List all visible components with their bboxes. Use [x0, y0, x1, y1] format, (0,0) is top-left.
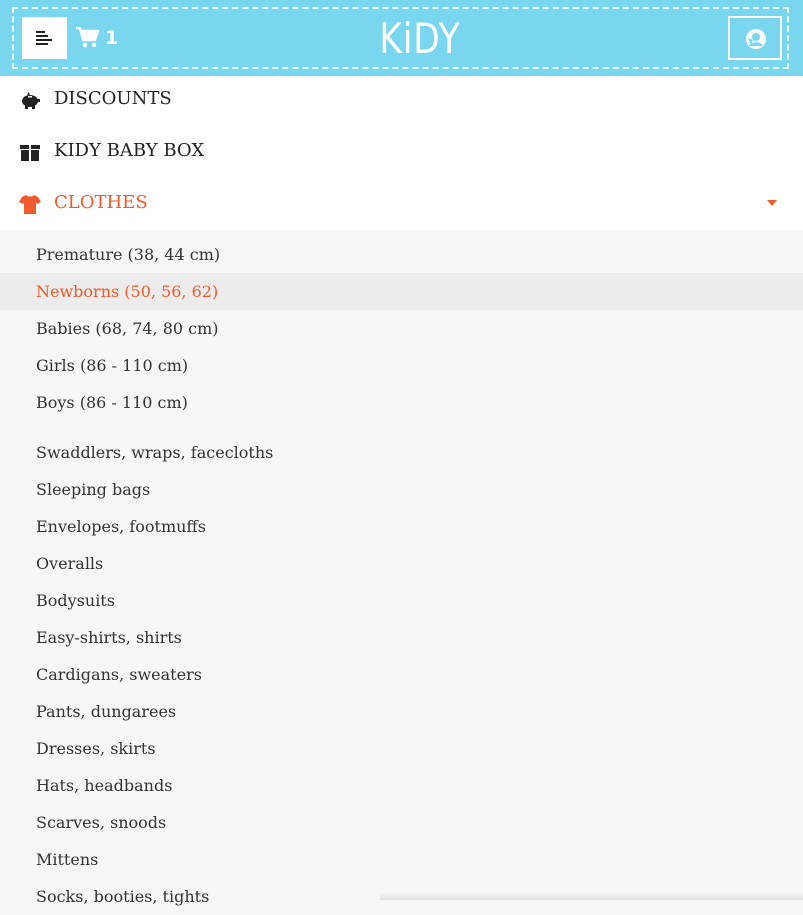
cart-icon [76, 27, 100, 48]
submenu-item-label: Swaddlers, wraps, facecloths [36, 443, 274, 462]
nav-label-clothes: CLOTHES [54, 192, 148, 213]
nav-item-clothes[interactable]: CLOTHES [0, 180, 803, 228]
submenu-item-label: Newborns (50, 56, 62) [36, 282, 219, 301]
submenu-item-label: Hats, headbands [36, 776, 173, 795]
submenu-item-label: Premature (38, 44 cm) [36, 245, 221, 264]
submenu-item-label: Scarves, snoods [36, 813, 167, 832]
menu-button[interactable] [22, 17, 67, 59]
logo[interactable]: KiDY [354, 14, 485, 64]
menu-icon [36, 31, 52, 45]
submenu-item-label: Overalls [36, 554, 104, 573]
submenu-item-label: Easy-shirts, shirts [36, 628, 182, 647]
site-header: 1 KiDY [0, 0, 803, 76]
submenu-item[interactable]: Pants, dungarees [0, 693, 803, 730]
submenu-item-label: Dresses, skirts [36, 739, 156, 758]
submenu-item[interactable]: Babies (68, 74, 80 cm) [0, 310, 803, 347]
submenu-item[interactable]: Scarves, snoods [0, 804, 803, 841]
chevron-down-icon[interactable] [767, 200, 777, 206]
submenu-item[interactable]: Premature (38, 44 cm) [0, 236, 803, 273]
submenu-item[interactable]: Bodysuits [0, 582, 803, 619]
gift-box-icon [20, 145, 40, 161]
submenu-item[interactable]: Mittens [0, 841, 803, 878]
scroll-shadow [380, 892, 803, 900]
submenu-item-label: Bodysuits [36, 591, 115, 610]
submenu-item[interactable]: Newborns (50, 56, 62) [0, 273, 803, 310]
submenu-item-label: Mittens [36, 850, 99, 869]
submenu-item-label: Pants, dungarees [36, 702, 177, 721]
submenu-item[interactable]: Boys (86 - 110 cm) [0, 384, 803, 421]
nav-item-discounts[interactable]: DISCOUNTS [0, 76, 803, 124]
submenu-item[interactable]: Hats, headbands [0, 767, 803, 804]
submenu-item-label: Babies (68, 74, 80 cm) [36, 319, 219, 338]
account-button[interactable] [728, 16, 782, 60]
nav-label-discounts: DISCOUNTS [54, 88, 172, 109]
submenu-item-label: Cardigans, sweaters [36, 665, 202, 684]
submenu-item-label: Envelopes, footmuffs [36, 517, 207, 536]
submenu-item[interactable]: Envelopes, footmuffs [0, 508, 803, 545]
cart-count: 1 [105, 27, 119, 49]
submenu-item[interactable]: Swaddlers, wraps, facecloths [0, 434, 803, 471]
submenu-item-label: Socks, booties, tights [36, 887, 210, 906]
tshirt-icon [19, 195, 41, 214]
cart-button[interactable]: 1 [76, 24, 118, 52]
submenu-item-label: Boys (86 - 110 cm) [36, 393, 188, 412]
submenu-item[interactable]: Cardigans, sweaters [0, 656, 803, 693]
piggy-bank-icon [22, 92, 40, 109]
submenu-item[interactable]: Sleeping bags [0, 471, 803, 508]
submenu-item[interactable]: Dresses, skirts [0, 730, 803, 767]
submenu-item-label: Girls (86 - 110 cm) [36, 356, 189, 375]
submenu-item[interactable]: Easy-shirts, shirts [0, 619, 803, 656]
submenu-item[interactable]: Girls (86 - 110 cm) [0, 347, 803, 384]
nav-item-kidy-baby-box[interactable]: KIDY BABY BOX [0, 128, 803, 176]
submenu-item[interactable]: Overalls [0, 545, 803, 582]
nav-label-kidy-baby-box: KIDY BABY BOX [54, 140, 205, 161]
main-nav: DISCOUNTS KIDY BABY BOX CLOTHES [0, 76, 803, 230]
submenu-item-label: Sleeping bags [36, 480, 151, 499]
account-icon [746, 29, 766, 49]
